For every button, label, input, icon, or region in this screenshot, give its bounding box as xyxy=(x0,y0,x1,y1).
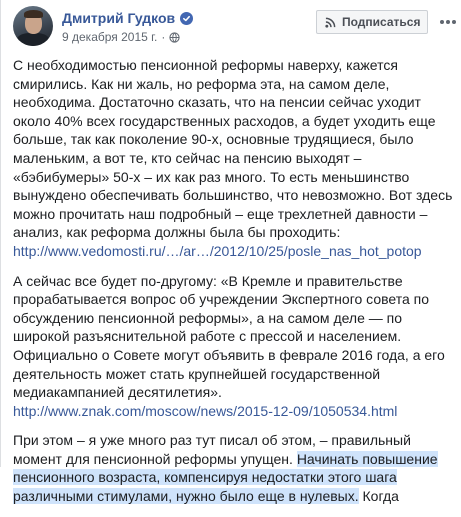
author-avatar[interactable] xyxy=(13,6,53,46)
more-options-icon[interactable] xyxy=(437,14,459,30)
post-meta: 9 декабря 2015 г. · xyxy=(62,30,181,44)
post-header: Дмитрий Гудков 9 декабря 2015 г. · Подпи… xyxy=(13,6,457,54)
meta-separator: · xyxy=(161,30,166,44)
paragraph-tail: Когда xyxy=(358,488,399,505)
znak-link[interactable]: http://www.znak.com/moscow/news/2015-12-… xyxy=(13,403,397,419)
post-date[interactable]: 9 декабря 2015 г. xyxy=(62,30,157,44)
subscribe-label: Подписаться xyxy=(342,15,421,29)
rss-icon xyxy=(325,17,336,28)
subscribe-button[interactable]: Подписаться xyxy=(316,10,428,34)
post-paragraph-3: При этом – я уже много раз тут писал об … xyxy=(13,431,453,505)
facebook-post-card: Дмитрий Гудков 9 декабря 2015 г. · Подпи… xyxy=(0,0,461,505)
author-name[interactable]: Дмитрий Гудков xyxy=(62,10,175,26)
verified-badge-icon xyxy=(180,11,194,25)
globe-icon[interactable] xyxy=(169,31,181,43)
post-body: С необходимостью пенсионной реформы наве… xyxy=(13,56,453,517)
vedomosti-link[interactable]: http://www.vedomosti.ru/…/ar…/2012/10/25… xyxy=(13,243,422,259)
post-paragraph-1: С необходимостью пенсионной реформы наве… xyxy=(13,56,453,261)
paragraph-text: С необходимостью пенсионной реформы наве… xyxy=(13,57,453,241)
post-paragraph-2: А сейчас все будет по-другому: «В Кремле… xyxy=(13,272,453,421)
paragraph-text: А сейчас все будет по-другому: «В Кремле… xyxy=(13,272,445,401)
author-name-row: Дмитрий Гудков xyxy=(62,10,194,26)
